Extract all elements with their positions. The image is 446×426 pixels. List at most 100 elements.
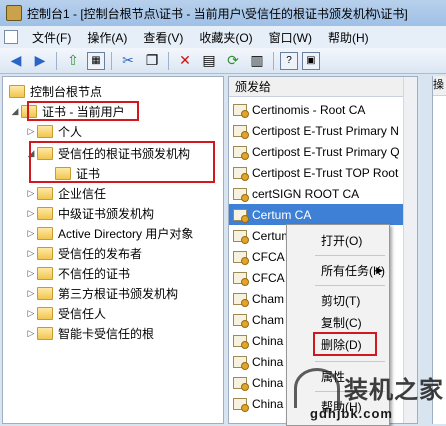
certificate-icon bbox=[233, 166, 249, 181]
certificate-icon bbox=[233, 313, 249, 328]
folder-icon bbox=[37, 124, 53, 138]
folder-icon bbox=[9, 84, 25, 98]
collapsed-arrow-icon[interactable]: ▷ bbox=[25, 248, 37, 259]
menu-action[interactable]: 操作(A) bbox=[79, 29, 135, 46]
certificate-row[interactable]: Certinomis - Root CA bbox=[229, 99, 417, 120]
tree-item-enterprise[interactable]: ▷ 企业信任 bbox=[25, 183, 106, 203]
menu-separator bbox=[315, 255, 385, 256]
properties-icon[interactable]: ▤ bbox=[199, 51, 219, 71]
tree-label: 中级证书颁发机构 bbox=[58, 206, 155, 221]
certificate-row[interactable]: Certipost E-Trust Primary Q bbox=[229, 141, 417, 162]
folder-icon bbox=[37, 226, 53, 240]
back-icon[interactable]: ◀ bbox=[6, 51, 26, 71]
toolbar-separator bbox=[168, 51, 169, 70]
tree-item-intermediate[interactable]: ▷ 中级证书颁发机构 bbox=[25, 203, 154, 223]
toolbar-separator bbox=[56, 51, 57, 70]
document-icon[interactable] bbox=[4, 30, 18, 44]
collapsed-arrow-icon[interactable]: ▷ bbox=[25, 288, 37, 299]
certificate-name: China bbox=[252, 333, 284, 348]
collapsed-arrow-icon[interactable]: ▷ bbox=[25, 126, 37, 137]
tree-label: 企业信任 bbox=[58, 186, 107, 201]
tree-item-root[interactable]: 控制台根节点 bbox=[9, 81, 102, 101]
tree-label: 智能卡受信任的根 bbox=[58, 326, 155, 341]
tree-item-trusted-people[interactable]: ▷ 受信任人 bbox=[25, 303, 106, 323]
expand-arrow-icon[interactable]: ◢ bbox=[9, 106, 21, 117]
folder-icon bbox=[37, 326, 53, 340]
delete-icon[interactable]: ✕ bbox=[175, 51, 195, 71]
certificate-name: China bbox=[252, 354, 284, 369]
certificate-icon bbox=[233, 229, 249, 244]
tree-label: 不信任的证书 bbox=[58, 266, 131, 281]
menu-help[interactable]: 帮助(H) bbox=[320, 29, 377, 46]
up-folder-icon[interactable]: ⇧ bbox=[63, 51, 83, 71]
certificate-icon bbox=[233, 187, 249, 202]
column-header-issued-to[interactable]: 颁发给 bbox=[229, 77, 417, 97]
folder-icon bbox=[37, 186, 53, 200]
tree-label: 受信任人 bbox=[58, 306, 107, 321]
certificate-row[interactable]: Certipost E-Trust TOP Root bbox=[229, 162, 417, 183]
tree-item-third-party-root[interactable]: ▷ 第三方根证书颁发机构 bbox=[25, 283, 178, 303]
highlight-box bbox=[27, 101, 139, 121]
title-bar: 控制台1 - [控制台根节点\证书 - 当前用户\受信任的根证书颁发机构\证书] bbox=[0, 0, 446, 26]
submenu-arrow-icon: ▶ bbox=[376, 264, 383, 275]
refresh-icon[interactable]: ⟳ bbox=[223, 51, 243, 71]
collapsed-arrow-icon[interactable]: ▷ bbox=[25, 268, 37, 279]
certificate-name: China bbox=[252, 396, 284, 411]
toolbar: ◀ ▶ ⇧ ▦ ✂ ❐ ✕ ▤ ⟳ ▥ ? ▣ bbox=[0, 48, 446, 74]
certificate-row[interactable]: certSIGN ROOT CA bbox=[229, 183, 417, 204]
certificate-icon bbox=[233, 334, 249, 349]
menu-window[interactable]: 窗口(W) bbox=[261, 29, 320, 46]
folder-icon bbox=[37, 306, 53, 320]
forward-icon[interactable]: ▶ bbox=[30, 51, 50, 71]
certificate-name: CFCA bbox=[252, 270, 285, 285]
folder-icon bbox=[37, 246, 53, 260]
cut-icon[interactable]: ✂ bbox=[118, 51, 138, 71]
watermark-logo-icon bbox=[294, 368, 340, 408]
certificate-icon bbox=[233, 124, 249, 139]
menu-item-label: 打开(O) bbox=[321, 233, 363, 248]
collapsed-arrow-icon[interactable]: ▷ bbox=[25, 308, 37, 319]
certificate-name: Certipost E-Trust Primary N bbox=[252, 123, 399, 138]
show-tree-icon[interactable]: ▦ bbox=[87, 51, 105, 70]
certificate-row[interactable]: Certipost E-Trust Primary N bbox=[229, 120, 417, 141]
certificate-row[interactable]: Certum CA bbox=[229, 204, 417, 225]
toolbar-separator bbox=[111, 51, 112, 70]
toolbar-separator bbox=[273, 51, 274, 70]
collapsed-arrow-icon[interactable]: ▷ bbox=[25, 188, 37, 199]
certificate-name: Certipost E-Trust TOP Root bbox=[252, 165, 399, 180]
certificate-icon bbox=[233, 271, 249, 286]
console-icon[interactable]: ▣ bbox=[302, 51, 320, 70]
tree-item-untrusted[interactable]: ▷ 不信任的证书 bbox=[25, 263, 130, 283]
tree-item-personal[interactable]: ▷ 个人 bbox=[25, 121, 82, 141]
copy-icon[interactable]: ❐ bbox=[142, 51, 162, 71]
menu-file[interactable]: 文件(F) bbox=[24, 29, 79, 46]
tree-item-ad-user[interactable]: ▷ Active Directory 用户对象 bbox=[25, 223, 193, 243]
highlight-box bbox=[29, 141, 215, 183]
menu-item-copy[interactable]: 复制(C) bbox=[287, 311, 391, 333]
menu-favorites[interactable]: 收藏夹(O) bbox=[191, 29, 260, 46]
tree-item-smartcard-root[interactable]: ▷ 智能卡受信任的根 bbox=[25, 323, 154, 343]
collapsed-arrow-icon[interactable]: ▷ bbox=[25, 328, 37, 339]
certificate-icon bbox=[233, 292, 249, 307]
actions-header-label: 操 bbox=[433, 79, 444, 91]
collapsed-arrow-icon[interactable]: ▷ bbox=[25, 208, 37, 219]
folder-icon bbox=[37, 266, 53, 280]
menu-item-all-tasks[interactable]: 所有任务(K) ▶ bbox=[287, 259, 391, 281]
menu-item-open[interactable]: 打开(O) bbox=[287, 229, 391, 251]
certificate-name: Certum CA bbox=[252, 207, 312, 222]
collapsed-arrow-icon[interactable]: ▷ bbox=[25, 228, 37, 239]
menu-view[interactable]: 查看(V) bbox=[135, 29, 191, 46]
mmc-window: 控制台1 - [控制台根节点\证书 - 当前用户\受信任的根证书颁发机构\证书]… bbox=[0, 0, 446, 426]
console-tree: 控制台根节点 ◢ 证书 - 当前用户 ▷ 个人 ◢ 受信任的根证书颁发机构 证书… bbox=[2, 76, 224, 424]
window-title: 控制台1 - [控制台根节点\证书 - 当前用户\受信任的根证书颁发机构\证书] bbox=[27, 6, 408, 21]
tree-item-trusted-publishers[interactable]: ▷ 受信任的发布者 bbox=[25, 243, 142, 263]
menu-item-cut[interactable]: 剪切(T) bbox=[287, 289, 391, 311]
watermark-url: gdhjbk.com bbox=[310, 406, 393, 421]
help-icon[interactable]: ? bbox=[280, 51, 298, 70]
column-header-label: 颁发给 bbox=[235, 80, 272, 94]
tree-label: 第三方根证书颁发机构 bbox=[58, 286, 179, 301]
certificate-icon bbox=[233, 250, 249, 265]
mmc-app-icon bbox=[6, 5, 22, 21]
export-icon[interactable]: ▥ bbox=[247, 51, 267, 71]
certificate-icon bbox=[233, 103, 249, 118]
